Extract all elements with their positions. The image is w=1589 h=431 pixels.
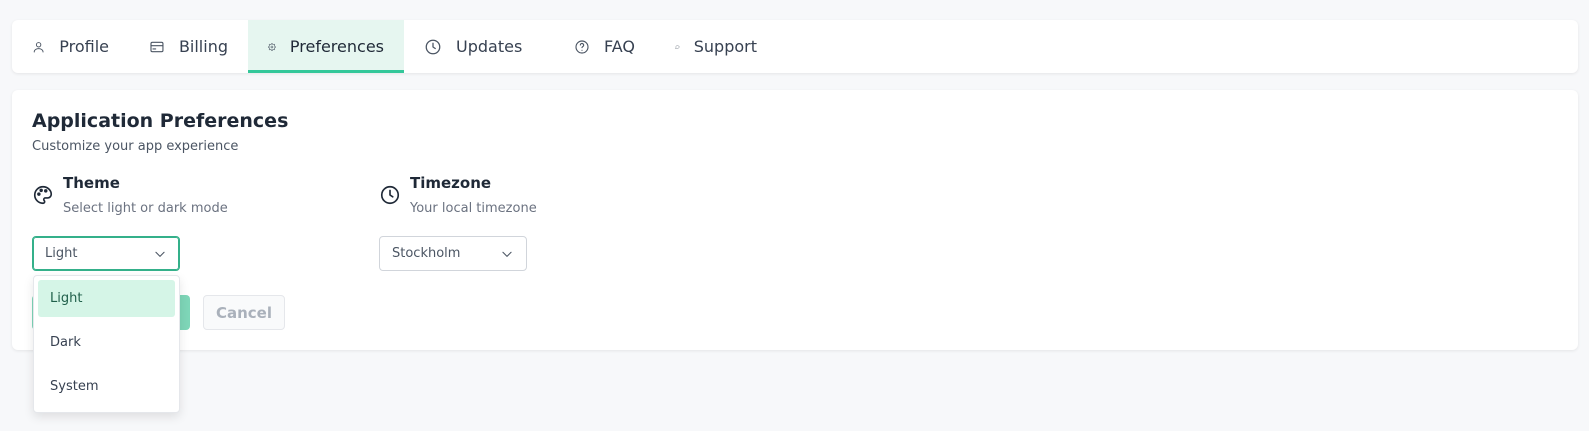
clock-icon xyxy=(425,39,441,54)
tab-bar: Profile Billing Preferences Updates FAQ … xyxy=(12,20,1578,73)
tab-updates[interactable]: Updates xyxy=(404,20,554,73)
help-circle-icon xyxy=(575,39,589,54)
tab-label: Profile xyxy=(59,37,109,56)
tab-support[interactable]: Support xyxy=(655,20,777,73)
theme-option-system[interactable]: System xyxy=(38,368,175,405)
timezone-select-value: Stockholm xyxy=(392,246,461,261)
theme-dropdown-menu: Light Dark System xyxy=(33,275,180,413)
tab-label: Preferences xyxy=(289,37,384,56)
theme-select[interactable]: Light xyxy=(32,236,180,271)
tab-profile[interactable]: Profile xyxy=(12,20,129,73)
tab-label: Updates xyxy=(456,37,523,56)
timezone-label: Timezone xyxy=(410,174,492,192)
theme-label: Theme xyxy=(63,174,120,192)
chevron-down-icon xyxy=(500,247,514,261)
page-subtitle: Customize your app experience xyxy=(32,139,239,154)
credit-card-icon xyxy=(150,41,164,52)
tab-billing[interactable]: Billing xyxy=(129,20,248,73)
palette-icon xyxy=(32,184,54,206)
gear-icon xyxy=(268,42,276,51)
timezone-description: Your local timezone xyxy=(410,201,537,216)
timezone-select[interactable]: Stockholm xyxy=(379,236,527,271)
tab-preferences[interactable]: Preferences xyxy=(248,20,404,73)
clock-icon xyxy=(379,184,401,206)
tab-label: FAQ xyxy=(604,37,635,56)
chevron-down-icon xyxy=(153,247,167,261)
tab-label: Support xyxy=(693,37,757,56)
chat-bubble-icon xyxy=(675,44,680,49)
cancel-button[interactable]: Cancel xyxy=(203,295,285,330)
user-icon xyxy=(33,41,44,52)
page-title: Application Preferences xyxy=(32,110,289,132)
theme-option-dark[interactable]: Dark xyxy=(38,324,175,361)
preferences-card: Application Preferences Customize your a… xyxy=(12,90,1578,350)
tab-faq[interactable]: FAQ xyxy=(554,20,655,73)
theme-description: Select light or dark mode xyxy=(63,201,228,216)
theme-select-value: Light xyxy=(45,246,78,261)
tab-label: Billing xyxy=(178,37,228,56)
theme-option-light[interactable]: Light xyxy=(38,280,175,317)
